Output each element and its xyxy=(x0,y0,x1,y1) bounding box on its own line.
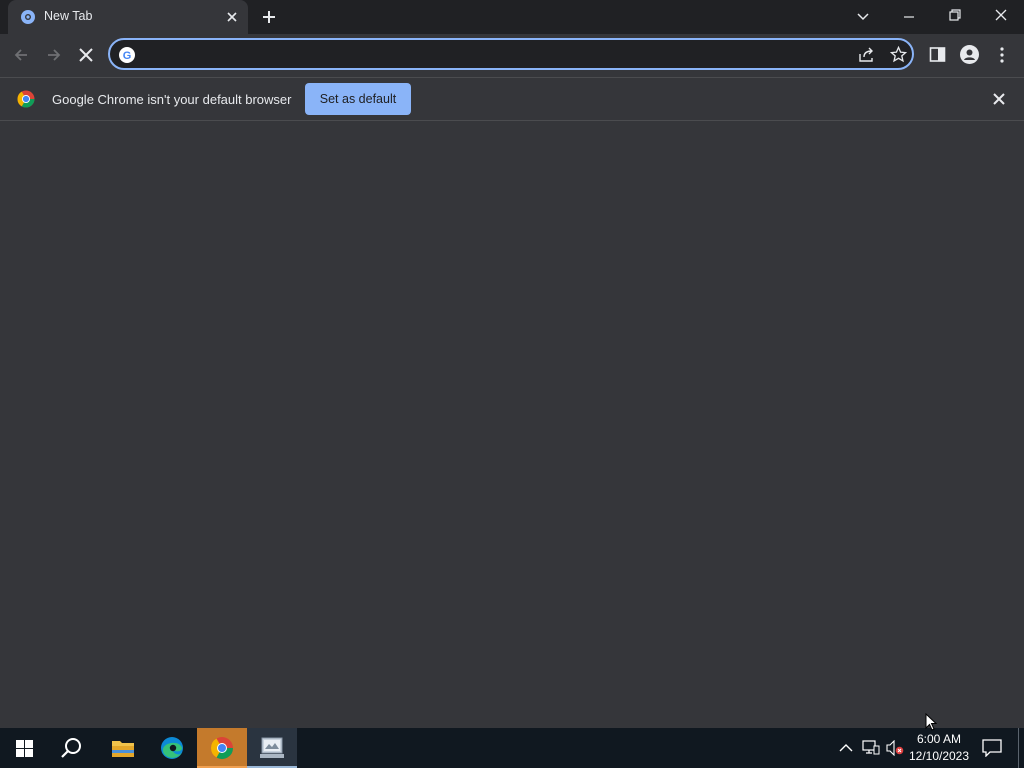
mouse-cursor-icon xyxy=(925,713,937,731)
network-icon[interactable] xyxy=(862,740,880,756)
start-button[interactable] xyxy=(0,728,50,768)
minimize-icon[interactable] xyxy=(900,8,918,26)
chrome-icon xyxy=(210,736,234,760)
address-bar[interactable]: G xyxy=(108,38,914,70)
side-panel-icon[interactable] xyxy=(929,46,946,63)
tab-favicon-icon xyxy=(20,9,36,25)
google-g-icon: G xyxy=(119,47,135,63)
infobar-close-icon[interactable] xyxy=(991,91,1007,107)
taskbar-app[interactable] xyxy=(247,728,297,768)
taskbar-file-explorer[interactable] xyxy=(97,728,147,768)
profile-avatar-icon[interactable] xyxy=(960,45,979,64)
restore-icon[interactable] xyxy=(946,6,964,24)
default-browser-infobar: Google Chrome isn't your default browser… xyxy=(0,77,1024,121)
taskbar-search-button[interactable] xyxy=(47,728,97,768)
taskbar-edge[interactable] xyxy=(147,728,197,768)
notifications-icon[interactable] xyxy=(982,739,1002,757)
volume-muted-icon[interactable] xyxy=(886,740,904,756)
file-explorer-icon xyxy=(111,738,135,758)
chrome-menu-icon[interactable] xyxy=(995,46,1009,64)
clock-date[interactable]: 12/10/2023 xyxy=(906,749,972,763)
chrome-logo-icon xyxy=(17,90,35,108)
page-content xyxy=(0,121,1024,728)
stop-loading-icon[interactable] xyxy=(77,46,95,64)
clock-time[interactable]: 6:00 AM xyxy=(910,732,968,746)
show-desktop-divider[interactable] xyxy=(1018,728,1019,768)
set-as-default-button[interactable]: Set as default xyxy=(305,83,411,115)
tab-title: New Tab xyxy=(44,9,93,23)
taskbar-chrome[interactable] xyxy=(197,728,247,768)
start-icon xyxy=(16,740,33,757)
back-icon[interactable] xyxy=(12,46,30,64)
share-icon[interactable] xyxy=(858,47,876,63)
search-icon xyxy=(61,737,83,759)
close-window-icon[interactable] xyxy=(992,6,1010,24)
forward-icon[interactable] xyxy=(45,46,63,64)
new-tab-button[interactable] xyxy=(260,8,278,26)
bookmark-star-icon[interactable] xyxy=(890,46,907,63)
address-input[interactable] xyxy=(140,44,844,66)
infobar-message: Google Chrome isn't your default browser xyxy=(52,92,292,107)
tab-search-icon[interactable] xyxy=(855,8,871,24)
show-hidden-icons-icon[interactable] xyxy=(838,741,854,755)
edge-icon xyxy=(160,736,184,760)
tab-close-icon[interactable] xyxy=(224,9,240,25)
svg-text:G: G xyxy=(123,50,132,62)
app-icon xyxy=(259,737,285,759)
taskbar: 6:00 AM 12/10/2023 xyxy=(0,728,1024,768)
